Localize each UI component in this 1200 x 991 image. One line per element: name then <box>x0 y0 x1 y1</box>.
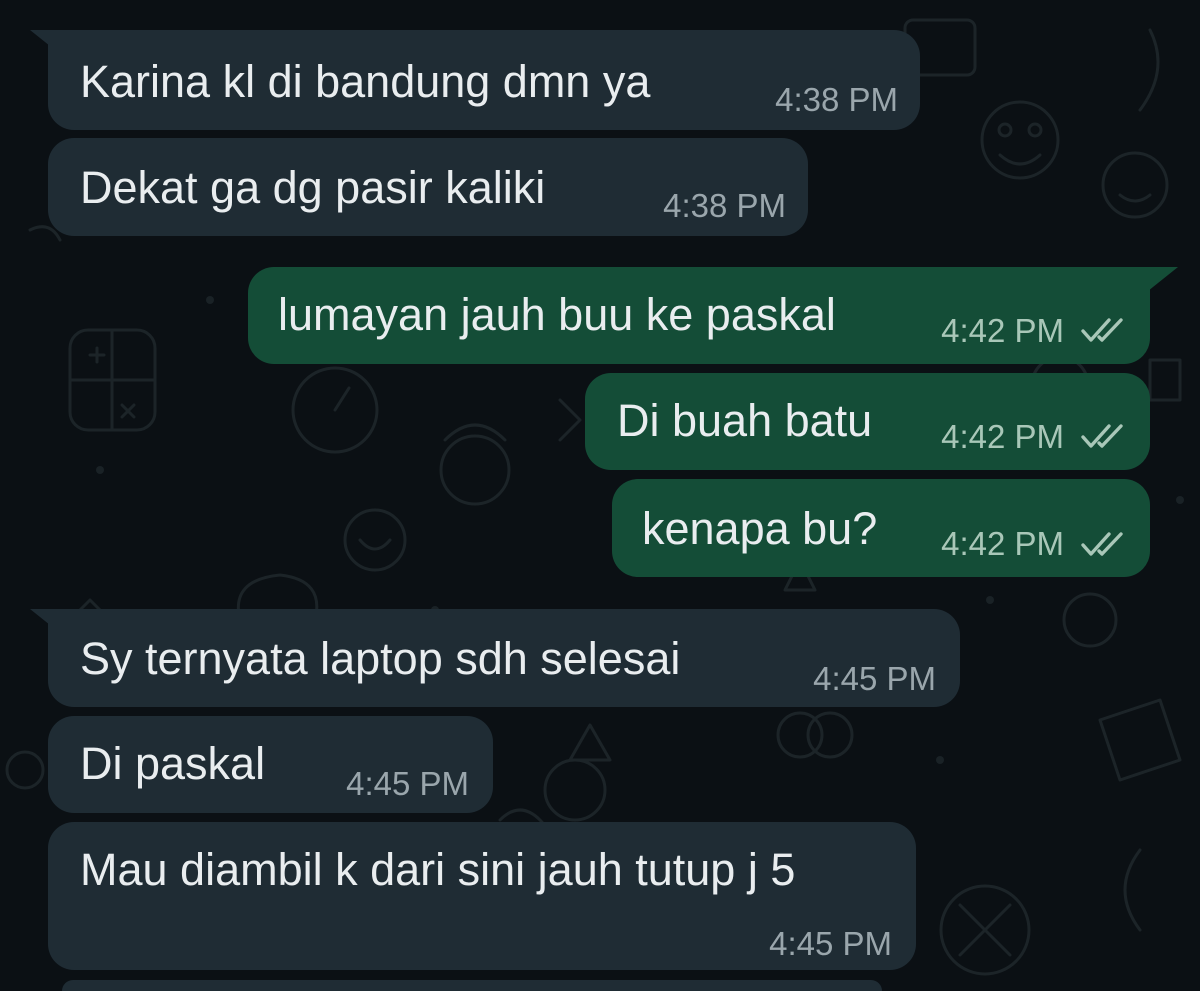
chat-conversation[interactable]: Karina kl di bandung dmn ya 4:38 PM Deka… <box>0 0 1200 991</box>
message-timestamp: 4:45 PM <box>346 765 469 802</box>
message-timestamp: 4:45 PM <box>769 925 892 962</box>
message-timestamp: 4:38 PM <box>663 187 786 224</box>
message-text: Di buah batu <box>617 395 873 446</box>
message-text: lumayan jauh buu ke paskal <box>278 289 836 340</box>
double-check-icon <box>1081 532 1123 556</box>
message-timestamp: 4:42 PM <box>941 312 1064 349</box>
message-text: kenapa bu? <box>642 503 878 554</box>
message-timestamp: 4:42 PM <box>941 418 1064 455</box>
incoming-message-bubble[interactable]: Karina kl di bandung dmn ya 4:38 PM <box>48 30 920 130</box>
bubble-tail-outgoing <box>1148 267 1178 291</box>
message-timestamp: 4:45 PM <box>813 660 936 697</box>
next-message-bubble-partial[interactable] <box>62 980 882 991</box>
message-text: Dekat ga dg pasir kaliki <box>80 162 546 213</box>
incoming-message-bubble[interactable]: Sy ternyata laptop sdh selesai 4:45 PM <box>48 609 960 707</box>
double-check-icon <box>1081 318 1123 342</box>
message-text: Di paskal <box>80 738 266 789</box>
outgoing-message-bubble[interactable]: Di buah batu 4:42 PM <box>585 373 1150 470</box>
incoming-message-bubble[interactable]: Di paskal 4:45 PM <box>48 716 493 813</box>
outgoing-message-bubble[interactable]: kenapa bu? 4:42 PM <box>612 479 1150 577</box>
message-timestamp: 4:38 PM <box>775 81 898 118</box>
message-text: Sy ternyata laptop sdh selesai <box>80 633 681 684</box>
incoming-message-bubble[interactable]: Dekat ga dg pasir kaliki 4:38 PM <box>48 138 808 236</box>
message-text: Mau diambil k dari sini jauh tutup j 5 <box>80 844 796 895</box>
incoming-message-bubble[interactable]: Mau diambil k dari sini jauh tutup j 5 4… <box>48 822 916 970</box>
message-timestamp: 4:42 PM <box>941 525 1064 562</box>
double-check-icon <box>1081 424 1123 448</box>
message-text: Karina kl di bandung dmn ya <box>80 56 651 107</box>
outgoing-message-bubble[interactable]: lumayan jauh buu ke paskal 4:42 PM <box>248 267 1150 364</box>
